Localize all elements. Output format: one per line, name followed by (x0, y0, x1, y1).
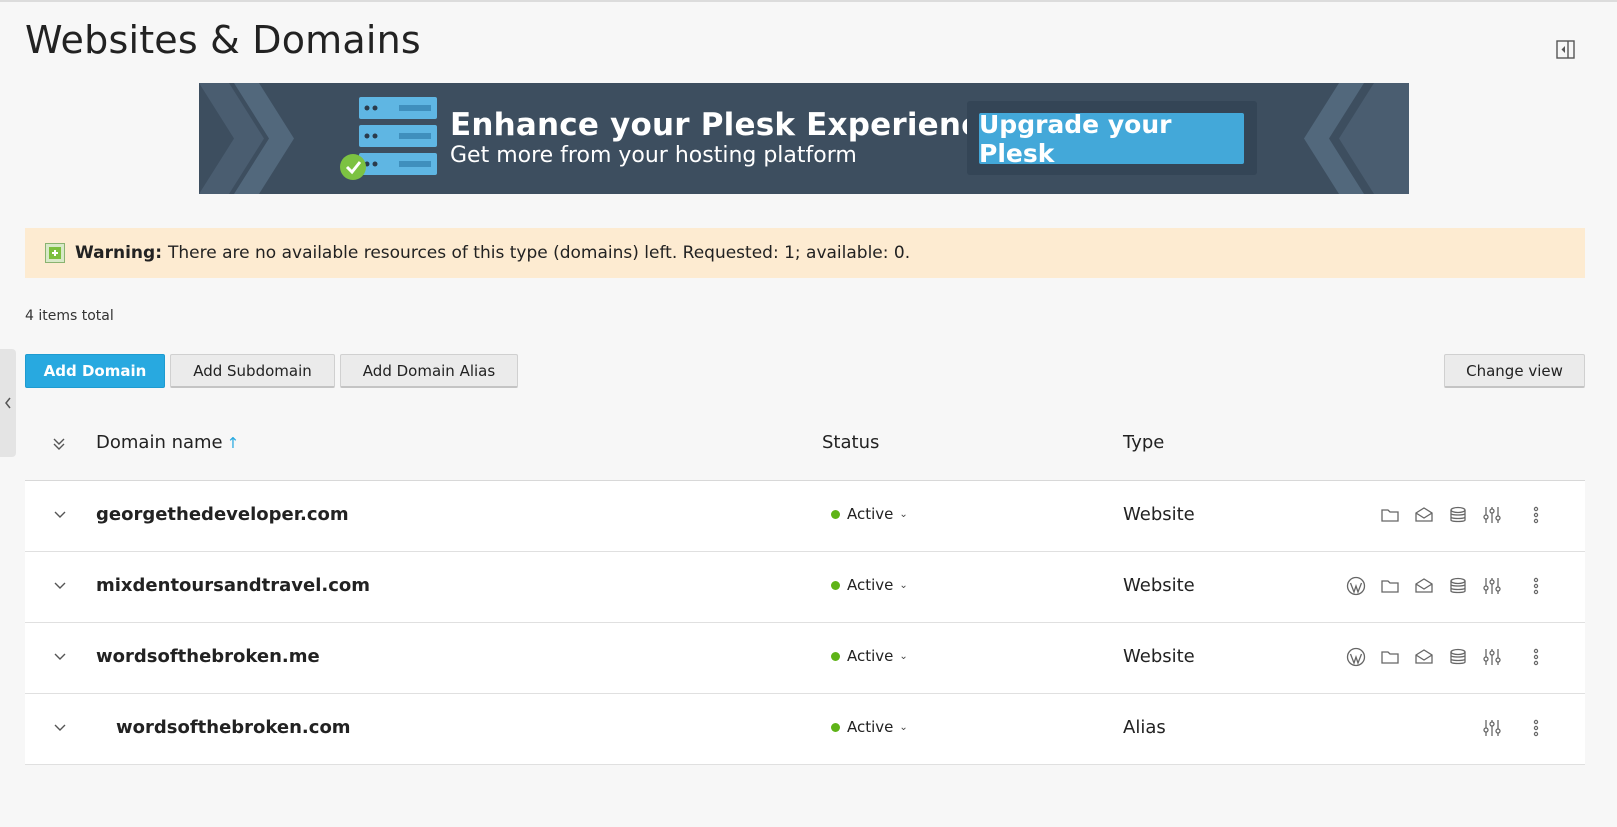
chevron-down-icon: ⌄ (899, 508, 908, 520)
status-active-dot (831, 651, 840, 661)
chevron-down-icon: ⌄ (899, 721, 908, 733)
status-active-dot (831, 509, 840, 519)
status-dropdown[interactable]: Active ⌄ (831, 718, 908, 736)
more-menu-icon[interactable] (1526, 505, 1546, 525)
status-active-dot (831, 580, 840, 590)
items-total: 4 items total (25, 308, 114, 324)
banner-subline: Get more from your hosting platform (450, 143, 857, 168)
status-label: Active (847, 576, 894, 594)
settings-sliders-icon[interactable] (1482, 718, 1502, 738)
status-label: Active (847, 505, 894, 523)
domain-type: Website (1123, 575, 1195, 596)
banner-button-frame: Upgrade your Plesk (967, 101, 1257, 175)
top-border (0, 0, 1617, 2)
more-menu-icon[interactable] (1526, 647, 1546, 667)
mail-icon[interactable] (1414, 647, 1434, 667)
status-dropdown[interactable]: Active ⌄ (831, 505, 908, 523)
row-expand-icon[interactable] (53, 578, 67, 592)
wordpress-icon[interactable] (1346, 647, 1366, 667)
upgrade-plesk-button[interactable]: Upgrade your Plesk (979, 110, 1244, 168)
mail-icon[interactable] (1414, 576, 1434, 596)
folder-icon[interactable] (1380, 647, 1400, 667)
database-icon[interactable] (1448, 505, 1468, 525)
sidebar-toggle[interactable] (0, 349, 16, 457)
add-domain-alias-button[interactable]: Add Domain Alias (340, 354, 518, 388)
row-expand-icon[interactable] (53, 649, 67, 663)
column-header-type: Type (1123, 432, 1165, 453)
mail-icon[interactable] (1414, 505, 1434, 525)
domains-table: Domain name ↑ Status Type georgethedevelo… (25, 412, 1585, 765)
change-view-button[interactable]: Change view (1444, 354, 1585, 388)
settings-sliders-icon[interactable] (1482, 576, 1502, 596)
banner-chevrons-right-icon (1304, 83, 1409, 194)
warning-message: Warning: There are no available resource… (25, 228, 1585, 278)
page-title: Websites & Domains (25, 18, 421, 62)
table-row: wordsofthebroken.me Active ⌄ Website (25, 623, 1585, 694)
sort-ascending-icon[interactable]: ↑ (227, 434, 240, 452)
domain-name-link[interactable]: wordsofthebroken.me (96, 646, 320, 667)
row-expand-icon[interactable] (53, 720, 67, 734)
domain-type: Website (1123, 504, 1195, 525)
warning-label: Warning: (75, 243, 163, 263)
warning-icon (45, 243, 65, 263)
domain-name-link[interactable]: wordsofthebroken.com (116, 717, 351, 738)
column-header-domain[interactable]: Domain name ↑ (96, 432, 239, 453)
domain-name-link[interactable]: georgethedeveloper.com (96, 504, 349, 525)
database-icon[interactable] (1448, 647, 1468, 667)
more-menu-icon[interactable] (1526, 576, 1546, 596)
table-row: georgethedeveloper.com Active ⌄ Website (25, 481, 1585, 552)
chevron-left-icon (5, 397, 11, 409)
status-label: Active (847, 718, 894, 736)
banner-headline: Enhance your Plesk Experience (450, 107, 1001, 143)
settings-sliders-icon[interactable] (1482, 505, 1502, 525)
chevron-down-icon: ⌄ (899, 579, 908, 591)
add-subdomain-button[interactable]: Add Subdomain (170, 354, 335, 388)
collapse-panel-icon[interactable] (1556, 40, 1575, 59)
expand-all-icon[interactable] (53, 437, 65, 451)
wordpress-icon[interactable] (1346, 576, 1366, 596)
settings-sliders-icon[interactable] (1482, 647, 1502, 667)
status-dropdown[interactable]: Active ⌄ (831, 576, 908, 594)
row-expand-icon[interactable] (53, 507, 67, 521)
folder-icon[interactable] (1380, 576, 1400, 596)
promo-banner[interactable]: Enhance your Plesk Experience Get more f… (199, 83, 1409, 194)
warning-text: There are no available resources of this… (168, 243, 911, 263)
domain-type: Alias (1123, 717, 1166, 738)
column-domain-label: Domain name (96, 432, 223, 453)
table-row: wordsofthebroken.com Active ⌄ Alias (25, 694, 1585, 765)
column-header-status: Status (822, 432, 880, 453)
table-header: Domain name ↑ Status Type (25, 412, 1585, 481)
table-row: mixdentoursandtravel.com Active ⌄ Websit… (25, 552, 1585, 623)
server-stack-icon (339, 95, 439, 185)
database-icon[interactable] (1448, 576, 1468, 596)
add-domain-button[interactable]: Add Domain (25, 354, 165, 388)
folder-icon[interactable] (1380, 505, 1400, 525)
more-menu-icon[interactable] (1526, 718, 1546, 738)
status-active-dot (831, 722, 840, 732)
domain-name-link[interactable]: mixdentoursandtravel.com (96, 575, 370, 596)
status-label: Active (847, 647, 894, 665)
banner-chevrons-left-icon (199, 83, 294, 194)
chevron-down-icon: ⌄ (899, 650, 908, 662)
status-dropdown[interactable]: Active ⌄ (831, 647, 908, 665)
domain-type: Website (1123, 646, 1195, 667)
